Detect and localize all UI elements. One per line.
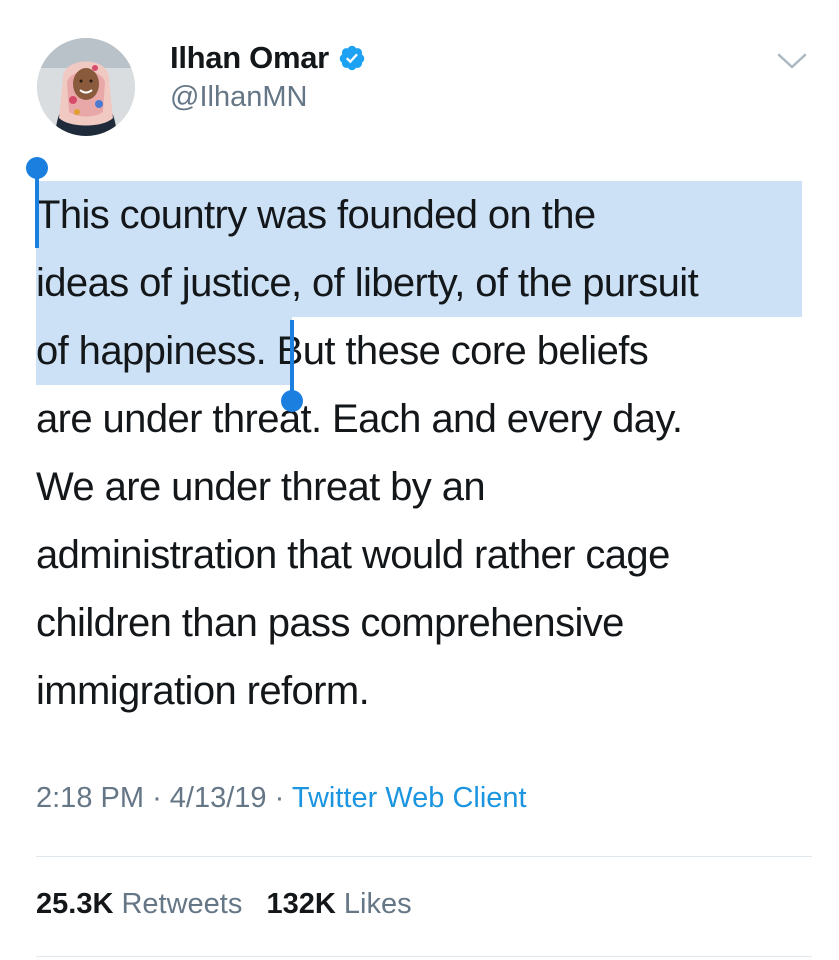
avatar-image xyxy=(37,38,135,136)
tweet-line: administration that would rather cage xyxy=(36,533,670,577)
author-display-name[interactable]: Ilhan Omar xyxy=(170,40,329,76)
likes-count: 132K xyxy=(266,888,336,920)
selection-end-handle-knob[interactable] xyxy=(281,390,303,412)
retweets-count: 25.3K xyxy=(36,888,114,920)
divider xyxy=(36,856,812,857)
avatar[interactable] xyxy=(37,38,135,136)
divider xyxy=(36,956,812,957)
verified-badge-icon xyxy=(339,45,365,71)
retweets-stat[interactable]: 25.3K Retweets xyxy=(36,888,242,920)
tweet-line: ideas of justice, of liberty, of the pur… xyxy=(36,261,699,305)
tweet-text: This country was founded on the ideas of… xyxy=(36,181,826,725)
tweet-line: This country was founded on the xyxy=(36,193,596,237)
tweet-line-unselected-part: . But these core beliefs xyxy=(255,329,649,373)
selection-start-handle[interactable] xyxy=(35,172,39,248)
tweet-line-selected-part: of happiness xyxy=(36,329,256,373)
tweet-line: immigration reform. xyxy=(36,669,370,713)
tweet-time[interactable]: 2:18 PM xyxy=(36,782,144,814)
tweet-date[interactable]: 4/13/19 xyxy=(170,782,267,814)
author-name-row[interactable]: Ilhan Omar xyxy=(170,38,366,78)
tweet-stats: 25.3K Retweets 132K Likes xyxy=(36,888,412,921)
tweet-line: We are under threat by an xyxy=(36,465,486,509)
tweet-line: children than pass comprehensive xyxy=(36,601,624,645)
tweet-line: of happiness. But these core beliefs xyxy=(36,317,826,385)
tweet-source-link[interactable]: Twitter Web Client xyxy=(292,782,527,814)
likes-stat[interactable]: 132K Likes xyxy=(267,888,412,920)
tweet-line: are under threat. Each and every day. xyxy=(36,397,683,441)
retweets-label: Retweets xyxy=(121,888,243,920)
tweet-metadata: 2:18 PM · 4/13/19 · Twitter Web Client xyxy=(36,782,527,815)
likes-label: Likes xyxy=(343,888,412,920)
selection-end-handle[interactable] xyxy=(290,320,294,398)
meta-separator: · xyxy=(152,782,162,814)
author-handle[interactable]: @IlhanMN xyxy=(170,81,307,114)
meta-separator: · xyxy=(274,782,285,814)
chevron-down-icon[interactable] xyxy=(776,50,808,72)
